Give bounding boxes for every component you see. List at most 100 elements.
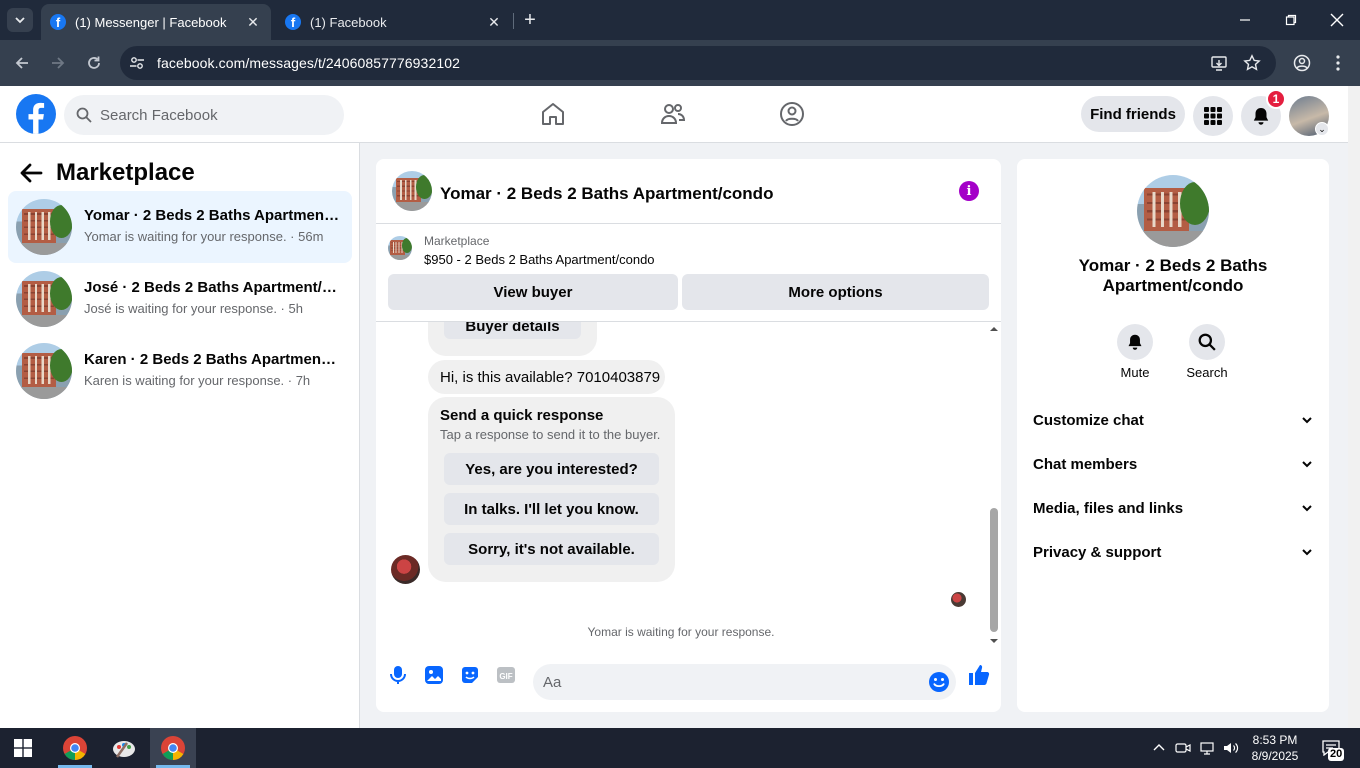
emoji-icon[interactable] <box>928 671 950 693</box>
quick-response-button[interactable]: Yes, are you interested? <box>444 453 659 485</box>
profile-button[interactable] <box>1290 51 1314 75</box>
view-buyer-button[interactable]: View buyer <box>388 274 678 310</box>
scroll-down-arrow-icon[interactable] <box>990 639 998 643</box>
section-label: Chat members <box>1033 455 1138 473</box>
chevron-down-icon <box>15 17 25 24</box>
quick-response-button[interactable]: In talks. I'll let you know. <box>444 493 659 525</box>
minimize-button[interactable] <box>1235 10 1255 30</box>
chat-members-section[interactable]: Chat members <box>1033 444 1313 484</box>
microphone-icon[interactable] <box>387 664 409 686</box>
show-hidden-icons[interactable] <box>1150 728 1168 768</box>
scroll-up-arrow-icon[interactable] <box>990 327 998 331</box>
close-tab-icon[interactable]: ✕ <box>245 14 261 30</box>
browser-menu-button[interactable] <box>1326 51 1350 75</box>
action-center-button[interactable]: 20 <box>1316 728 1346 768</box>
privacy-support-section[interactable]: Privacy & support <box>1033 532 1313 572</box>
customize-chat-section[interactable]: Customize chat <box>1033 400 1313 440</box>
info-icon[interactable]: i <box>959 181 979 201</box>
home-nav[interactable] <box>539 100 567 128</box>
listing-thumbnail[interactable] <box>392 171 432 211</box>
marketplace-label: Marketplace <box>424 234 490 248</box>
photo-icon[interactable] <box>423 664 445 686</box>
quick-response-card: Send a quick response Tap a response to … <box>428 397 675 582</box>
search-input[interactable] <box>100 95 330 135</box>
browser-tab-facebook[interactable]: f (1) Facebook ✕ <box>276 4 512 40</box>
friends-icon <box>660 104 686 124</box>
conversation-item[interactable]: Yomar · 2 Beds 2 Baths Apartment/condo Y… <box>8 191 352 263</box>
friends-nav[interactable] <box>659 100 687 128</box>
chevron-down-icon <box>1302 417 1312 424</box>
conversation-item[interactable]: Karen · 2 Beds 2 Baths Apartment/condo K… <box>8 335 352 407</box>
arrow-right-icon <box>52 57 65 69</box>
quick-response-button[interactable]: Sorry, it's not available. <box>444 533 659 565</box>
listing-thumbnail <box>16 271 72 327</box>
camera-icon <box>1175 743 1191 753</box>
chevron-up-icon <box>1153 744 1165 751</box>
taskbar-chrome-profile-2[interactable] <box>150 728 196 768</box>
section-label: Privacy & support <box>1033 543 1162 561</box>
menu-button[interactable] <box>1193 96 1233 136</box>
facebook-favicon-icon: f <box>285 14 301 30</box>
more-options-button[interactable]: More options <box>682 274 989 310</box>
volume-tray[interactable] <box>1221 728 1241 768</box>
start-button[interactable] <box>0 728 46 768</box>
search-conversation-button[interactable] <box>1189 324 1225 360</box>
listing-title[interactable]: $950 - 2 Beds 2 Baths Apartment/condo <box>424 252 655 267</box>
clock-date: 8/9/2025 <box>1251 749 1299 763</box>
new-tab-button[interactable]: + <box>520 10 540 30</box>
message-input[interactable] <box>543 664 913 700</box>
conversation-item[interactable]: José · 2 Beds 2 Baths Apartment/condo Jo… <box>8 263 352 335</box>
forward-button[interactable] <box>46 51 70 75</box>
browser-tab-messenger[interactable]: f (1) Messenger | Facebook ✕ <box>41 4 271 40</box>
facebook-search[interactable] <box>64 95 344 135</box>
browser-tab-bar: f (1) Messenger | Facebook ✕ f (1) Faceb… <box>0 0 1360 40</box>
tab-title: (1) Messenger | Facebook <box>75 14 227 30</box>
page-scrollbar[interactable] <box>1348 86 1360 728</box>
chevron-down-icon <box>1302 461 1312 468</box>
scroll-thumb[interactable] <box>990 508 998 632</box>
close-window-button[interactable] <box>1327 10 1347 30</box>
browser-toolbar: facebook.com/messages/t/2406085777693210… <box>0 40 1360 86</box>
facebook-logo[interactable] <box>16 94 56 134</box>
chat-title[interactable]: Yomar · 2 Beds 2 Baths Apartment/condo <box>440 184 773 204</box>
message-thread: Buyer details Hi, is this available? 701… <box>376 322 1001 652</box>
buyer-details-button[interactable]: Buyer details <box>444 322 581 339</box>
system-clock[interactable]: 8:53 PM 8/9/2025 <box>1248 732 1302 764</box>
bookmark-star-icon[interactable] <box>1243 54 1261 72</box>
account-circle-icon <box>1293 54 1311 72</box>
gif-icon[interactable]: GIF <box>495 664 517 686</box>
find-friends-button[interactable]: Find friends <box>1081 96 1185 132</box>
media-files-links-section[interactable]: Media, files and links <box>1033 488 1313 528</box>
sender-avatar[interactable] <box>391 555 420 584</box>
buyer-card: Buyer details <box>428 322 597 356</box>
site-settings-icon[interactable] <box>129 55 145 71</box>
listing-thumbnail <box>16 199 72 255</box>
thumbs-up-icon[interactable] <box>967 663 991 687</box>
taskbar-paint-app[interactable] <box>101 728 147 768</box>
reload-button[interactable] <box>82 51 106 75</box>
conversation-info-panel: Yomar · 2 Beds 2 Baths Apartment/condo M… <box>1017 159 1329 712</box>
sticker-icon[interactable] <box>459 664 481 686</box>
meet-now-tray[interactable] <box>1173 728 1193 768</box>
tab-title: (1) Facebook <box>310 14 387 30</box>
address-bar[interactable]: facebook.com/messages/t/2406085777693210… <box>120 46 1276 80</box>
bell-icon <box>1253 108 1269 125</box>
conversation-title: Yomar · 2 Beds 2 Baths Apartment/condo <box>84 207 340 224</box>
groups-icon <box>780 102 804 126</box>
clock-time: 8:53 PM <box>1252 733 1298 747</box>
back-arrow-icon[interactable] <box>18 160 44 186</box>
mute-button[interactable] <box>1117 324 1153 360</box>
groups-nav[interactable] <box>778 100 806 128</box>
network-tray[interactable] <box>1197 728 1217 768</box>
facebook-top-bar: Find friends <box>0 86 1348 143</box>
back-button[interactable] <box>10 51 34 75</box>
page-title: Marketplace <box>56 159 195 186</box>
tab-search-button[interactable] <box>7 8 33 32</box>
chevron-down-icon[interactable]: ⌄ <box>1315 122 1329 136</box>
message-box[interactable] <box>533 664 956 700</box>
chat-scrollbar[interactable] <box>987 322 1001 652</box>
taskbar-chrome-profile-1[interactable] <box>52 728 98 768</box>
restore-button[interactable] <box>1281 10 1301 30</box>
install-app-icon[interactable] <box>1210 54 1228 72</box>
close-tab-icon[interactable]: ✕ <box>486 14 502 30</box>
